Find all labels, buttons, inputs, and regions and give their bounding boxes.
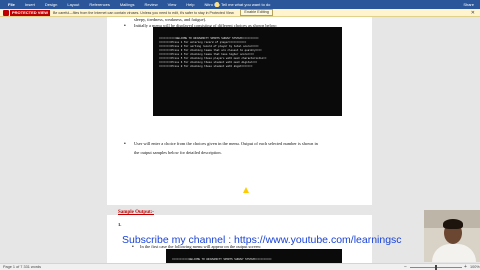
console-screenshot-2: ===========WELCOME TO UNIVERSITY SPORTS … — [166, 249, 342, 263]
console-line: ========Press 0 for checking those stude… — [159, 65, 253, 68]
tab-references[interactable]: References — [85, 0, 113, 9]
console-line: ========Press 6 for checking those stude… — [159, 61, 258, 64]
tab-insert[interactable]: Insert — [21, 0, 39, 9]
tab-design[interactable]: Design — [41, 0, 61, 9]
protected-view-message: Be careful—files from the Internet can c… — [53, 10, 235, 15]
console-line: ===========WELCOME TO UNIVERSITY SPORTS … — [172, 258, 272, 261]
subscribe-overlay-text: Subscribe my channel : https://www.youtu… — [122, 234, 402, 246]
shield-icon — [3, 9, 9, 16]
tab-layout[interactable]: Layout — [63, 0, 83, 9]
console-line: ========Press 1 for entering record of p… — [159, 41, 247, 44]
bullet-icon: • — [124, 141, 126, 147]
zoom-level[interactable]: 100% — [470, 265, 480, 269]
lightbulb-icon — [215, 2, 219, 7]
list-number: 1. — [118, 222, 122, 227]
tab-help[interactable]: Help — [182, 0, 198, 9]
tab-mailings[interactable]: Mailings — [116, 0, 139, 9]
console-line: ===========WELCOME TO UNIVERSITY SPORTS … — [159, 37, 259, 40]
status-bar: Page 1 of 7 331 words − + 100% — [0, 263, 480, 270]
mouse-cursor-icon — [243, 187, 249, 193]
tell-me-label: Tell me what you want to do — [221, 2, 271, 7]
console-line: ========Press 2 for sorting record of pl… — [159, 45, 259, 48]
zoom-in-button[interactable]: + — [464, 264, 467, 270]
zoom-slider-thumb[interactable] — [435, 265, 437, 270]
console-line: ========Press 4 for checking teams that … — [159, 53, 254, 56]
zoom-slider[interactable] — [410, 265, 462, 270]
bullet-text-choice-line2: the output samples below for detailed de… — [134, 150, 222, 155]
console-line: ========Press 5 for checking those playe… — [159, 57, 267, 60]
enable-editing-button[interactable]: Enable Editing — [240, 9, 273, 16]
webcam-overlay — [424, 210, 480, 262]
page-word-count[interactable]: Page 1 of 7 331 words — [3, 265, 41, 269]
presenter-hair — [443, 219, 463, 229]
protected-view-bar: PROTECTED VIEW Be careful—files from the… — [0, 9, 480, 17]
protected-view-label: PROTECTED VIEW — [10, 9, 51, 16]
close-icon[interactable]: ✕ — [471, 10, 475, 16]
tab-file[interactable]: File — [4, 0, 19, 9]
sample-output-heading: Sample Output:- — [118, 210, 154, 215]
presenter-shirt — [432, 244, 476, 262]
share-button[interactable]: Share — [463, 1, 474, 8]
console-screenshot: ===========WELCOME TO UNIVERSITY SPORTS … — [153, 27, 342, 116]
bullet-text-choice-line1: User will enter a choice from the choice… — [134, 141, 318, 146]
tab-view[interactable]: View — [164, 0, 181, 9]
tell-me-search[interactable]: Tell me what you want to do — [215, 1, 270, 8]
bullet-icon: • — [124, 23, 126, 29]
tab-review[interactable]: Review — [141, 0, 162, 9]
console-line: ========Press 3 for checking teams that … — [159, 49, 262, 52]
zoom-out-button[interactable]: − — [404, 264, 407, 270]
